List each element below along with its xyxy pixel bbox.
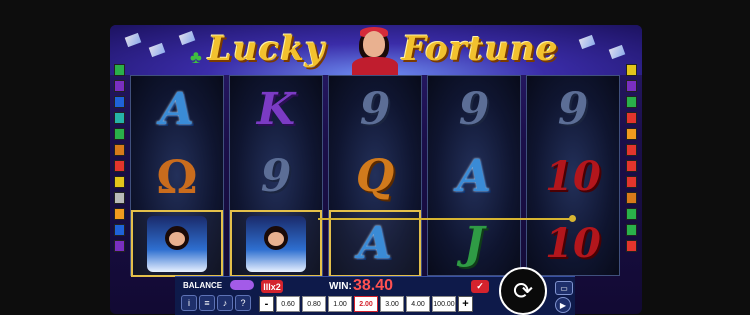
reel-symbol: 9 [557,84,589,135]
gamble-icon[interactable]: ✓ [471,280,489,293]
sound-icon[interactable]: ♪ [217,295,233,311]
diamond-icon [608,44,626,60]
reel-grid: A Ω K 9 9 Q A 9 A J 9 10 10 [130,75,620,277]
game-header: ♣ ♣ Lucky Fortune [110,25,642,77]
reel-symbol: 10 [545,153,601,200]
reel-symbol: A [159,84,195,135]
reel-symbol: 9 [260,151,292,202]
payline-indicator [114,160,125,172]
info-icon[interactable]: i [181,295,197,311]
bet-option[interactable]: 0.60 [276,296,300,312]
reel-5: 9 10 10 [526,75,620,276]
win-label: WIN: [329,281,352,292]
clover-icon: ♣ [190,47,202,67]
reel-symbol [230,210,322,277]
reel-symbol: 9 [359,84,391,135]
payline-indicator [114,80,125,92]
balance-toggle[interactable] [230,280,254,290]
fortune-teller-icon [147,215,207,272]
payline-end-dot [569,215,576,222]
payline-indicator [626,128,637,140]
bet-option[interactable]: 1.00 [328,296,352,312]
reel-symbol: J [463,218,485,269]
reel-symbol [131,210,223,277]
reel-2: K9 [229,75,323,277]
payline-indicator [114,208,125,220]
payline-indicator [626,64,637,76]
payline-indicator [626,80,637,92]
bet-option[interactable]: 2.00 [354,296,378,312]
bet-option[interactable]: 4.00 [406,296,430,312]
payline-indicator [114,96,125,108]
spin-icon: ⟳ [512,277,534,305]
fortune-teller-icon [246,215,306,272]
payline-indicator [626,96,637,108]
payline-indicator [114,64,125,76]
payline-indicator [114,240,125,252]
reel-symbol: A [456,151,492,202]
fortune-teller-icon [348,27,402,77]
reel-symbol: K [256,84,296,135]
payline-indicator [626,112,637,124]
payline-indicators-right [626,64,637,256]
reel-3: 9 QA [328,75,422,277]
reel-symbol: Q [355,151,395,202]
diamond-icon [124,32,142,48]
reel-symbol: A [329,210,421,277]
payline-indicator [626,224,637,236]
balance-label: BALANCE [183,281,223,290]
payline-indicator [626,208,637,220]
payline-indicator [626,192,637,204]
reel-1: AΩ [130,75,224,277]
menu-icon[interactable]: ≡ [199,295,215,311]
game-title-lucky: Lucky [208,29,326,69]
win-value: 38.40 [353,277,394,294]
reel-4: 9 AJ [427,75,521,276]
spin-button[interactable]: ⟳ [499,267,547,315]
game-title-fortune: Fortune [402,29,559,69]
horseshoe-icon: Ω [156,149,198,204]
bet-option[interactable]: 0.80 [302,296,326,312]
bet-option[interactable]: 3.00 [380,296,404,312]
payline-indicator [114,128,125,140]
payline-indicator [114,192,125,204]
winning-payline [318,218,572,220]
diamond-icon [578,34,596,50]
payline-indicator [626,240,637,252]
payline-indicators-left [114,64,125,256]
help-button[interactable]: ? [235,295,251,311]
payline-indicator [626,176,637,188]
payline-indicator [114,144,125,156]
diamond-icon [178,30,196,46]
payline-indicator [626,160,637,172]
game-stage: ♣ ♣ Lucky Fortune A Ω K 9 9 Q A 9 A J 9 10 10 [110,25,642,314]
bet-selector: -0.60 0.80 1.00 2.00 3.00 4.00 100.00 + [259,296,473,312]
bet-increase-button[interactable]: + [458,296,473,312]
bet-option[interactable]: 100.00 [432,296,456,312]
payline-indicator [114,224,125,236]
bet-decrease-button[interactable]: - [259,296,274,312]
payline-indicator [114,112,125,124]
payline-indicator [626,144,637,156]
reel-symbol: 9 [458,84,490,135]
play-icon[interactable]: ▶ [555,297,571,313]
autoplay-icon[interactable]: ▭ [555,281,573,295]
multiplier-badge[interactable]: lllx2 [261,280,283,293]
diamond-icon [148,42,166,58]
payline-indicator [114,176,125,188]
